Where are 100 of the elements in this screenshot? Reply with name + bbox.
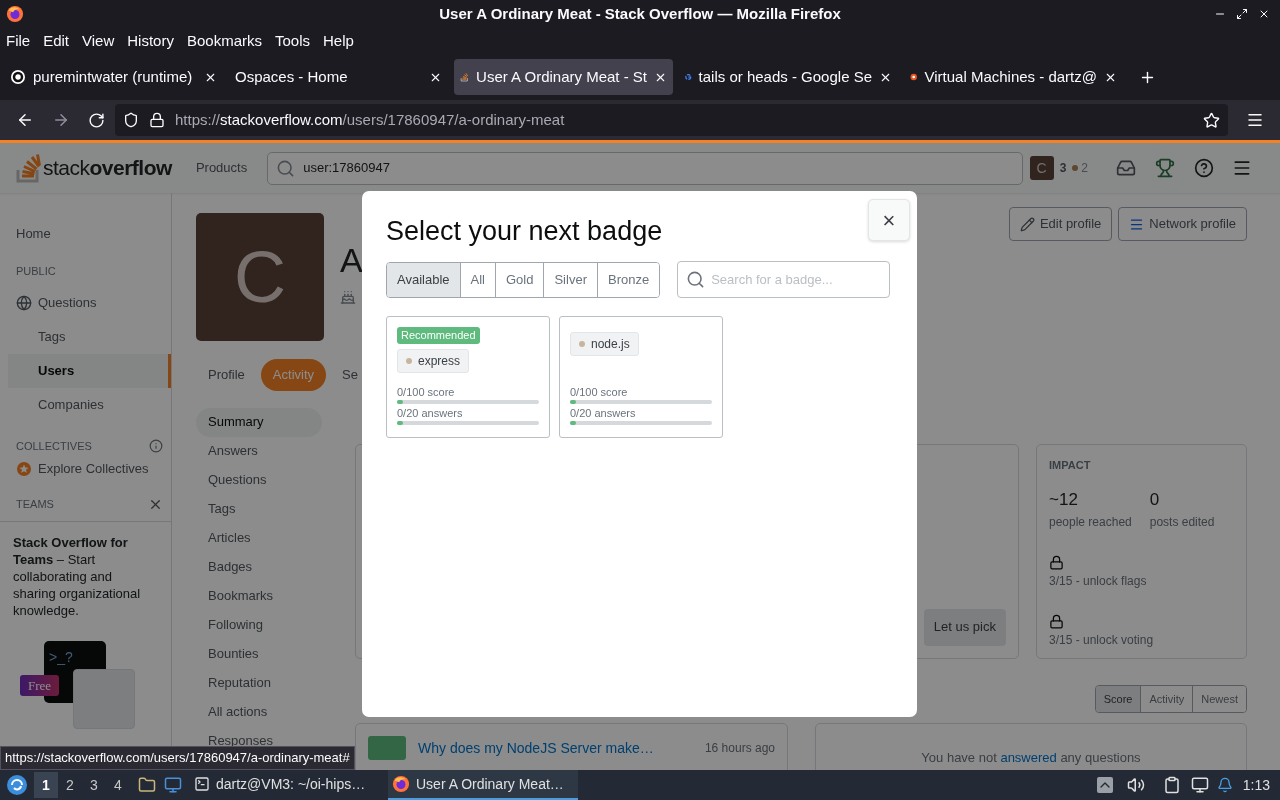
user-avatar[interactable]: C [1029, 156, 1054, 180]
close-icon[interactable] [1258, 8, 1270, 20]
browser-tab[interactable]: tails or heads - Google Se [679, 59, 898, 95]
progress-label: 0/100 score [570, 385, 629, 399]
menu-item[interactable]: Tools [275, 29, 310, 53]
profile-tab[interactable]: Profile [196, 359, 257, 391]
nav-heading: PUBLIC [15, 264, 57, 279]
browser-tab[interactable]: Ospaces - Home [229, 59, 448, 95]
site-switcher-icon[interactable] [1232, 158, 1252, 178]
close-button[interactable]: × [868, 199, 910, 241]
question-link[interactable]: Why does my NodeJS Server make… [418, 737, 654, 759]
activity-nav-link[interactable]: Reputation [196, 668, 322, 698]
menu-item[interactable]: History [127, 29, 174, 53]
workspace-button[interactable]: 4 [106, 772, 130, 798]
edit-profile-button[interactable]: Edit profile [1008, 207, 1113, 241]
empty-answers-text: You have not answered any questions [921, 749, 1141, 767]
clock: 1:13 [1242, 775, 1270, 795]
workspace-button[interactable]: 3 [82, 772, 106, 798]
terminal-icon [194, 776, 210, 792]
search-field[interactable]: user:17860947 [267, 151, 1024, 185]
unlock-text: 3/15 - unlock voting [1049, 631, 1155, 649]
clipboard-icon[interactable] [1162, 776, 1181, 794]
reload-icon[interactable] [88, 111, 105, 129]
inbox-icon[interactable] [1116, 158, 1136, 178]
sort-button[interactable]: Newest [1192, 685, 1246, 712]
answered-link[interactable]: answered [1000, 750, 1057, 765]
taskbar-task[interactable]: User A Ordinary Meat… [388, 770, 578, 800]
filter-tab[interactable]: Bronze [596, 262, 660, 297]
tab-label: User A Ordinary Meat - St [476, 66, 647, 87]
address-field[interactable]: https://stackoverflow.com/users/17860947/a-ordinary-meat [115, 104, 1228, 136]
menu-item[interactable]: View [82, 29, 115, 53]
nav-link[interactable]: Home [8, 217, 171, 251]
firefox-logo-icon [6, 5, 24, 23]
lock-icon [1049, 554, 1064, 570]
trophy-icon[interactable] [1155, 158, 1175, 178]
menu-item[interactable]: Edit [43, 29, 70, 53]
folder-icon[interactable] [138, 776, 156, 794]
activity-nav-link[interactable]: Articles [196, 523, 322, 553]
activity-nav-link[interactable]: Bookmarks [196, 581, 322, 611]
nav-heading: TEAMS [16, 497, 54, 512]
volume-icon[interactable] [1126, 776, 1145, 794]
workspace-button[interactable]: 1 [34, 772, 58, 798]
stat-label: posts edited [1149, 513, 1215, 531]
firefox-logo-icon [392, 775, 410, 793]
nav-link[interactable]: Explore Collectives [8, 454, 171, 484]
badge-search-field[interactable]: Search for a badge... [677, 261, 891, 298]
filter-tab[interactable]: Available [387, 262, 460, 297]
search-icon [276, 158, 296, 178]
nav-link[interactable]: Companies [8, 387, 171, 422]
browser-tab[interactable]: User A Ordinary Meat - St [454, 59, 673, 95]
activity-nav-link[interactable]: Summary [196, 407, 322, 437]
let-us-pick-button[interactable]: Let us pick [923, 608, 1006, 646]
menu-icon[interactable] [1246, 111, 1264, 129]
browser-tab[interactable]: Virtual Machines - dartz@ [904, 59, 1123, 95]
activity-nav-link[interactable]: All actions [196, 697, 322, 727]
badge-option-card[interactable]: node.js 0/100 score 0/20 answers [559, 316, 723, 438]
browser-tab[interactable]: puremintwater (runtime) [4, 59, 223, 95]
menu-item[interactable]: Bookmarks [186, 29, 262, 53]
activity-nav-link[interactable]: Questions [196, 465, 322, 495]
activity-nav-link[interactable]: Tags [196, 494, 322, 524]
sort-button[interactable]: Score [1095, 685, 1141, 712]
shield-icon[interactable] [123, 112, 139, 128]
dialog-title: Select your next badge [386, 215, 663, 247]
network-profile-button[interactable]: Network profile [1118, 207, 1247, 241]
free-badge: Free [20, 674, 60, 696]
score-badge [368, 736, 406, 760]
forward-icon[interactable] [52, 111, 70, 129]
activity-nav-link[interactable]: Answers [196, 436, 322, 466]
activity-nav-link[interactable]: Badges [196, 552, 322, 582]
url-text: https://stackoverflow.com/users/17860947/a-ordinary-meat [175, 109, 565, 130]
reputation-count: 3 [1059, 160, 1067, 177]
help-icon[interactable] [1194, 158, 1214, 178]
workspace-button[interactable]: 2 [58, 772, 82, 798]
menu-item[interactable]: File [6, 29, 31, 53]
stack-exchange-icon [1129, 216, 1145, 232]
nav-link[interactable]: Tags [8, 319, 171, 354]
stat-value: 0 [1149, 489, 1161, 511]
teams-promo-text: Stack Overflow for Teams – Start collaborating and sharing organizational knowledge. [13, 533, 142, 619]
bookmark-star-icon[interactable] [1203, 111, 1220, 129]
desktop-icon[interactable] [164, 776, 182, 794]
nav-link[interactable]: Users [8, 353, 171, 388]
menu-item[interactable]: Help [323, 29, 354, 53]
badge-option-card[interactable]: Recommended express 0/100 score 0/20 answers [386, 316, 550, 438]
progress-label: 0/20 answers [570, 406, 637, 420]
taskbar-task[interactable]: dartz@VM3: ~/oi-hips… [190, 770, 380, 800]
activity-nav-link[interactable]: Following [196, 610, 322, 640]
products-link[interactable]: Products [195, 158, 248, 178]
lock-icon[interactable] [149, 112, 165, 128]
badge-search-input[interactable]: Search for a badge... [711, 269, 882, 290]
bronze-badge-count: 2 [1081, 160, 1088, 177]
badge-tag: node.js [570, 332, 639, 356]
back-icon[interactable] [16, 111, 34, 129]
maximize-icon[interactable] [1236, 8, 1248, 20]
nav-link[interactable]: Questions [8, 285, 171, 320]
activity-nav-link[interactable]: Bounties [196, 639, 322, 669]
start-menu-icon[interactable] [6, 774, 28, 796]
tray-expand-icon[interactable] [1096, 777, 1113, 793]
site-logo[interactable]: stackoverflow [16, 152, 172, 184]
info-icon[interactable] [149, 438, 163, 453]
notification-icon[interactable] [1216, 777, 1233, 793]
